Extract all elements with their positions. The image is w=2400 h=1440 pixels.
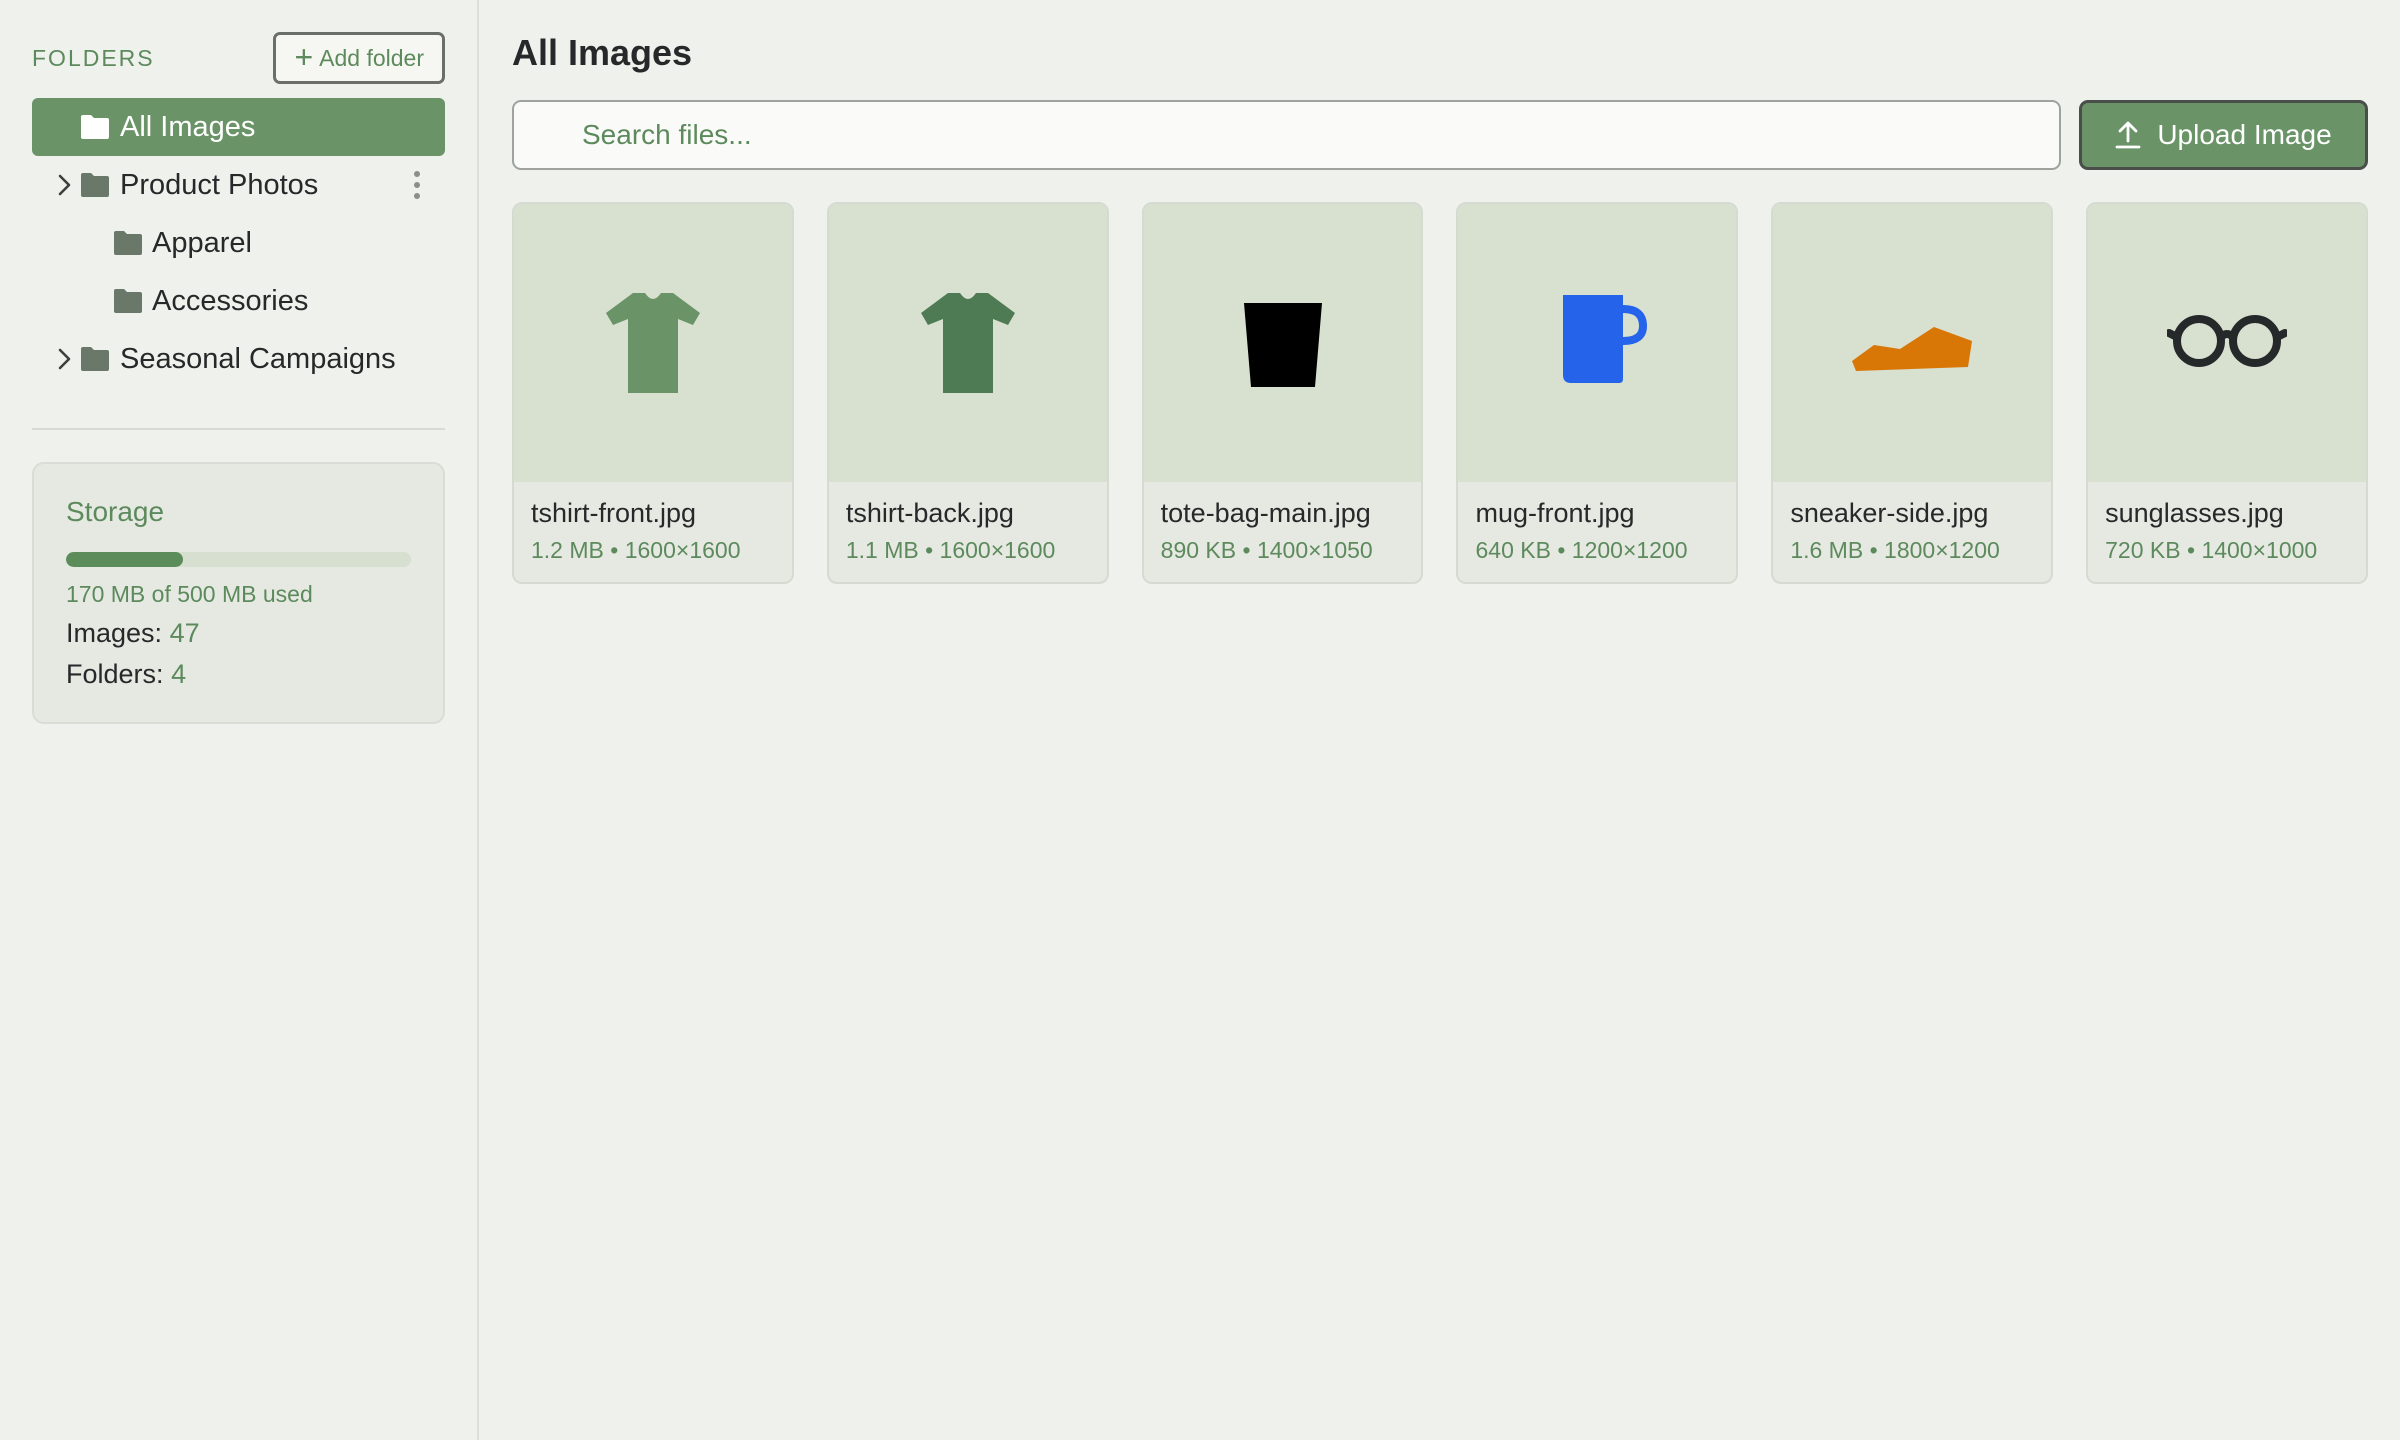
folder-tree: All Images Product Photos Apparel Access… [32, 98, 445, 388]
folder-item-seasonal-campaigns[interactable]: Seasonal Campaigns [32, 330, 445, 388]
tote-bag-icon [1243, 303, 1322, 387]
file-dimensions: 1400×1000 [2201, 537, 2318, 563]
add-folder-button[interactable]: + Add folder [273, 32, 445, 84]
divider [32, 428, 445, 430]
image-card[interactable]: tshirt-front.jpg 1.2 MB • 1600×1600 [512, 202, 794, 584]
file-name: tshirt-back.jpg [845, 498, 1014, 528]
folders-count-value: 4 [171, 659, 187, 689]
folders-count-label: Folders: [66, 659, 164, 689]
folder-label: Seasonal Campaigns [120, 343, 396, 375]
folder-icon [81, 115, 109, 139]
folder-icon [81, 347, 109, 371]
folder-icon [114, 289, 142, 313]
folder-label: Apparel [152, 227, 252, 259]
file-size: 890 KB [1160, 537, 1237, 563]
image-card[interactable]: tote-bag-main.jpg 890 KB • 1400×1050 [1141, 202, 1424, 584]
file-name: tote-bag-main.jpg [1160, 498, 1371, 528]
file-dimensions: 1400×1050 [1256, 537, 1373, 563]
image-thumbnail [828, 204, 1107, 482]
file-meta: 1.2 MB • 1600×1600 [531, 537, 741, 563]
more-options-icon[interactable] [413, 170, 421, 200]
search-input[interactable] [514, 102, 2059, 168]
upload-label: Upload Image [2157, 119, 2332, 150]
images-count-stat: Images: 47 [66, 618, 411, 649]
folder-item-apparel[interactable]: Apparel [32, 214, 445, 272]
card-info: sneaker-side.jpg 1.6 MB • 1800×1200 [1773, 482, 2051, 564]
card-info: tshirt-front.jpg 1.2 MB • 1600×1600 [514, 482, 792, 564]
plus-icon: + [294, 39, 314, 75]
upload-icon [2115, 121, 2141, 149]
page-title: All Images [512, 32, 693, 73]
folder-item-all-images[interactable]: All Images [32, 98, 445, 156]
storage-progress-bar [66, 552, 411, 567]
sneaker-icon [1852, 327, 1973, 371]
card-info: sunglasses.jpg 720 KB • 1400×1000 [2088, 482, 2366, 564]
file-size: 1.1 MB [845, 537, 919, 563]
storage-card: Storage 170 MB of 500 MB used Images: 47… [32, 462, 445, 724]
file-name: tshirt-front.jpg [531, 498, 697, 528]
file-size: 1.2 MB [531, 537, 604, 563]
folder-item-accessories[interactable]: Accessories [32, 272, 445, 330]
tshirt-icon [920, 293, 1015, 393]
file-name: sunglasses.jpg [2105, 498, 2284, 528]
file-dimensions: 1600×1600 [624, 537, 741, 563]
card-info: tote-bag-main.jpg 890 KB • 1400×1050 [1144, 482, 1422, 564]
images-count-label: Images: [66, 618, 163, 648]
images-count-value: 47 [169, 618, 200, 648]
card-info: tshirt-back.jpg 1.1 MB • 1600×1600 [829, 482, 1107, 564]
storage-used-text: 170 MB of 500 MB used [66, 581, 313, 607]
image-card[interactable]: mug-front.jpg 640 KB • 1200×1200 [1456, 202, 1739, 584]
file-name: sneaker-side.jpg [1790, 498, 1989, 528]
file-meta: 640 KB • 1200×1200 [1475, 537, 1688, 563]
file-meta: 720 KB • 1400×1000 [2105, 537, 2318, 563]
folder-item-product-photos[interactable]: Product Photos [32, 156, 445, 214]
folders-count-stat: Folders: 4 [66, 659, 411, 690]
mug-icon [1563, 295, 1648, 383]
file-dimensions: 1600×1600 [939, 537, 1056, 563]
file-size: 720 KB [2105, 537, 2181, 563]
image-thumbnail [1143, 204, 1422, 482]
chevron-right-icon[interactable] [52, 347, 76, 371]
image-thumbnail [514, 204, 792, 482]
file-size: 1.6 MB [1790, 537, 1864, 563]
file-dimensions: 1800×1200 [1884, 537, 2000, 563]
add-folder-label: Add folder [319, 44, 424, 71]
file-meta: 890 KB • 1400×1050 [1160, 537, 1373, 563]
image-thumbnail [1458, 204, 1737, 482]
file-size: 640 KB [1475, 537, 1551, 563]
file-meta: 1.1 MB • 1600×1600 [845, 537, 1056, 563]
sidebar: FOLDERS + Add folder All Images Product … [0, 0, 479, 1440]
file-dimensions: 1200×1200 [1571, 537, 1688, 563]
image-card[interactable]: tshirt-back.jpg 1.1 MB • 1600×1600 [826, 202, 1109, 584]
folder-label: Product Photos [120, 169, 319, 201]
folder-icon [81, 173, 109, 197]
storage-title: Storage [66, 496, 165, 527]
toolbar: Upload Image [512, 100, 2368, 170]
main-content: All Images Upload Image tshirt-front.jpg [512, 0, 2368, 584]
card-info: mug-front.jpg 640 KB • 1200×1200 [1458, 482, 1736, 564]
folder-label: Accessories [152, 285, 309, 317]
tshirt-icon [605, 293, 700, 393]
image-card[interactable]: sneaker-side.jpg 1.6 MB • 1800×1200 [1771, 202, 2054, 584]
folder-label: All Images [120, 111, 256, 143]
search-box [512, 100, 2061, 170]
upload-image-button[interactable]: Upload Image [2079, 100, 2368, 170]
image-thumbnail [1773, 204, 2052, 482]
image-card[interactable]: sunglasses.jpg 720 KB • 1400×1000 [2086, 202, 2368, 584]
image-thumbnail [2088, 204, 2366, 482]
sunglasses-icon [2167, 315, 2288, 367]
chevron-right-icon[interactable] [52, 173, 76, 197]
file-name: mug-front.jpg [1475, 498, 1635, 528]
folders-header: FOLDERS + Add folder [32, 32, 445, 84]
storage-progress-fill [66, 552, 184, 567]
folder-icon [114, 231, 142, 255]
image-grid: tshirt-front.jpg 1.2 MB • 1600×1600 tshi… [512, 202, 2368, 584]
file-meta: 1.6 MB • 1800×1200 [1790, 537, 2000, 563]
folders-title: FOLDERS [32, 44, 155, 71]
